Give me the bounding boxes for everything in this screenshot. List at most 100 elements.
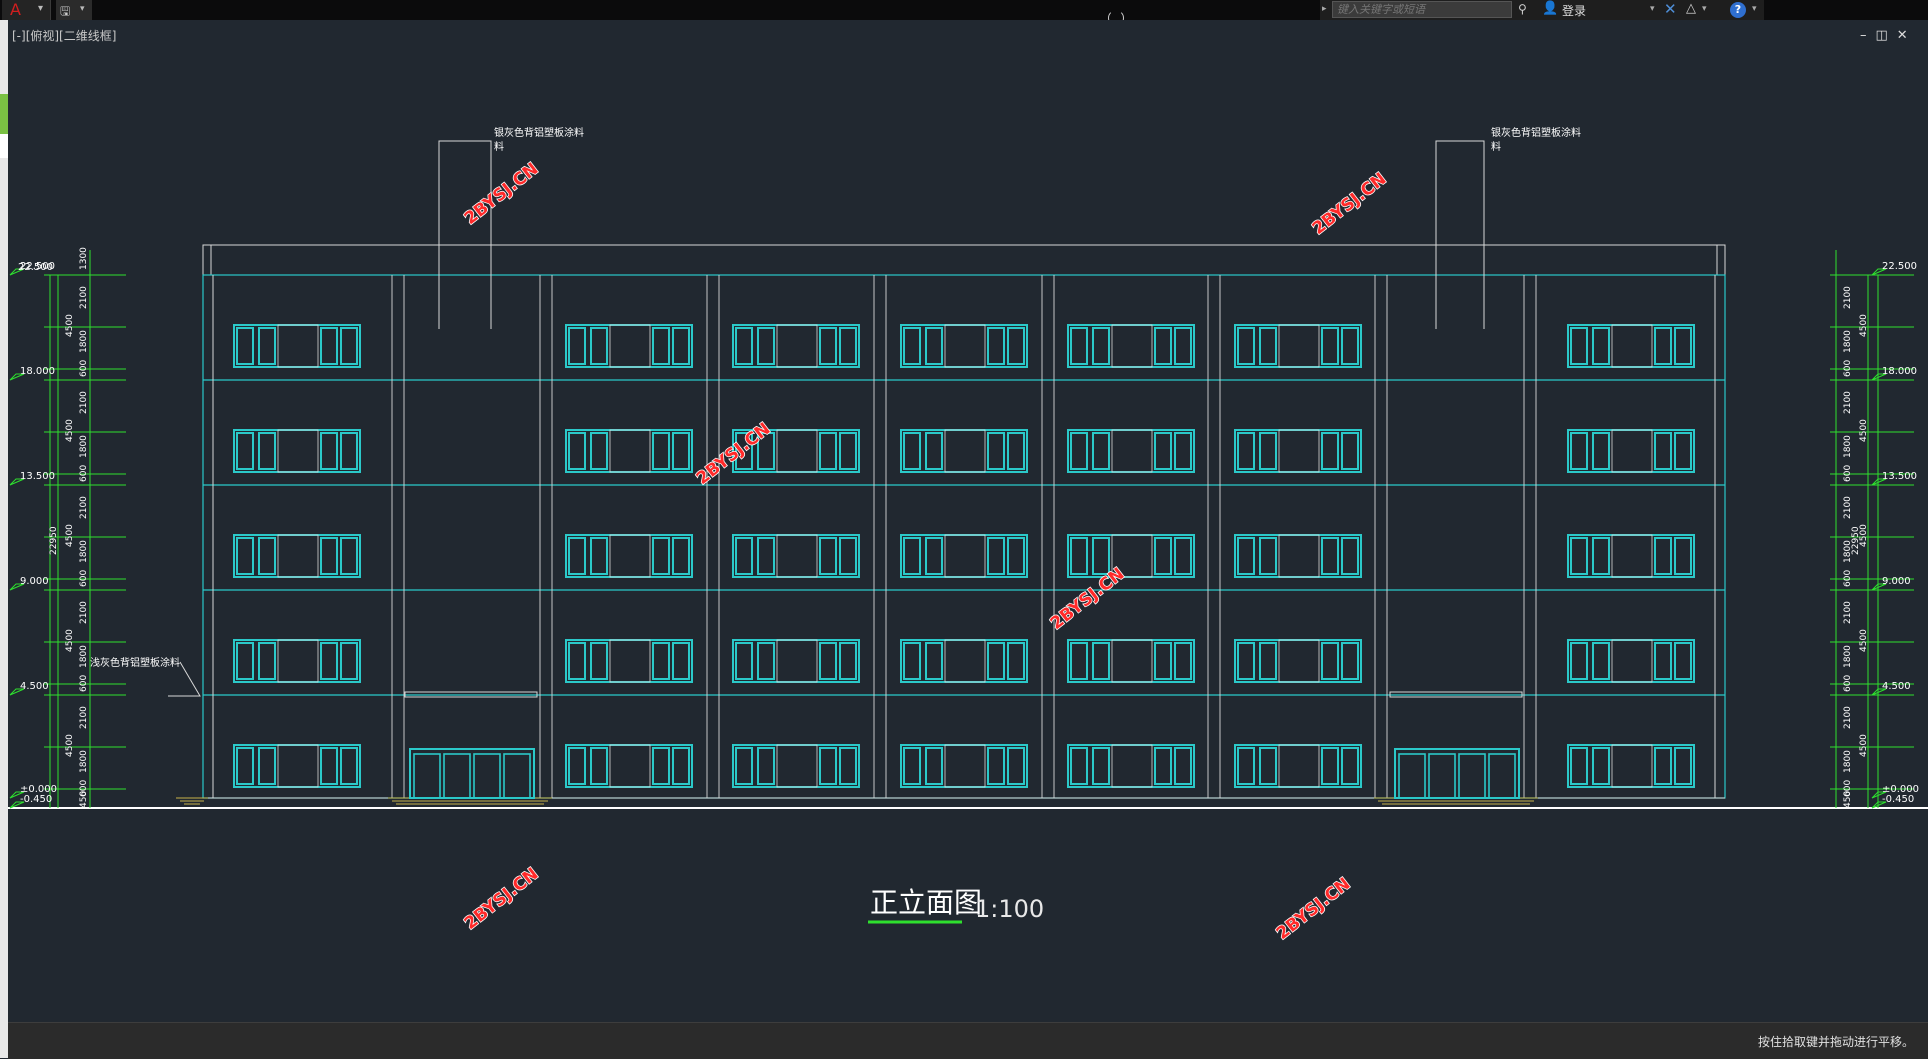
elevation-label: 4.500 <box>20 681 49 692</box>
roof-note-right: 银灰色背铝塑板涂料 <box>1491 126 1581 139</box>
window-sash <box>925 642 943 680</box>
roof-note-left-2: 料 <box>494 140 504 153</box>
window-sash <box>320 642 338 680</box>
window <box>233 429 361 473</box>
dim-text: 2100 <box>1843 706 1853 729</box>
window-sash <box>1174 432 1192 470</box>
facade-outline <box>202 274 1726 799</box>
elevation-label: 13.500 <box>1882 471 1917 482</box>
door-leaf <box>413 753 441 799</box>
window-glass <box>1278 534 1320 578</box>
dim-text: 2100 <box>79 496 89 519</box>
window-sash <box>903 432 921 470</box>
window-sash <box>1154 537 1172 575</box>
dim-text: 2100 <box>79 391 89 414</box>
elevation-label: 13.500 <box>20 471 55 482</box>
window-sash <box>987 642 1005 680</box>
window-sash <box>1341 432 1359 470</box>
dim-text: 600 <box>1843 675 1853 692</box>
window-sash <box>1570 327 1588 365</box>
drawing-scale: 1:100 <box>975 895 1044 923</box>
window <box>1067 429 1195 473</box>
window <box>565 639 693 683</box>
dim-text: 1300 <box>79 247 89 270</box>
window-glass <box>1611 324 1653 368</box>
entrance-door <box>409 748 535 799</box>
elevation-label: -0.450 <box>20 794 52 805</box>
window-sash <box>1674 432 1692 470</box>
window-sash <box>1259 537 1277 575</box>
window-sash <box>1007 327 1025 365</box>
window-sash <box>925 327 943 365</box>
window-sash <box>925 432 943 470</box>
window-sash <box>1674 537 1692 575</box>
window-sash <box>987 537 1005 575</box>
door-leaf <box>1488 753 1516 799</box>
window <box>1067 744 1195 788</box>
window-glass <box>609 744 651 788</box>
dim-text: 2100 <box>79 706 89 729</box>
building-outline <box>8 140 1928 809</box>
window-sash <box>819 432 837 470</box>
window-glass <box>277 534 319 578</box>
window-glass <box>1111 324 1153 368</box>
window-sash <box>819 537 837 575</box>
elevation-label: -0.450 <box>1882 794 1914 805</box>
window-sash <box>1654 747 1672 785</box>
parapet <box>202 244 1726 276</box>
dim-text: 2100 <box>1843 496 1853 519</box>
window-sash <box>258 537 276 575</box>
roof-leader <box>438 140 492 329</box>
window-sash <box>1259 642 1277 680</box>
dim-text: 1800 <box>79 645 89 668</box>
window <box>732 639 860 683</box>
door-leaf <box>1458 753 1486 799</box>
window-sash <box>236 642 254 680</box>
window-glass <box>944 429 986 473</box>
dim-text: 1800 <box>1843 645 1853 668</box>
window-sash <box>672 432 690 470</box>
entrance-door <box>1394 748 1520 799</box>
window-sash <box>1154 747 1172 785</box>
door-leaf <box>1428 753 1456 799</box>
window-sash <box>1070 327 1088 365</box>
window-sash <box>1592 642 1610 680</box>
window-sash <box>340 537 358 575</box>
window <box>1567 744 1695 788</box>
watermark: 2BYSJ.CN <box>1309 169 1391 239</box>
window-sash <box>1592 537 1610 575</box>
window-glass <box>609 639 651 683</box>
window-glass <box>1278 324 1320 368</box>
window-glass <box>944 324 986 368</box>
window-sash <box>1674 327 1692 365</box>
window-sash <box>1154 642 1172 680</box>
dim-text: 2100 <box>1843 601 1853 624</box>
dim-text: 4500 <box>65 524 75 547</box>
window-sash <box>987 432 1005 470</box>
watermark: 2BYSJ.CN <box>461 864 543 934</box>
drawing-title: 正立面图 <box>870 886 982 919</box>
window-sash <box>320 327 338 365</box>
status-message: 按住拾取键并拖动进行平移。 <box>1757 1035 1914 1049</box>
window <box>565 744 693 788</box>
window-sash <box>1237 747 1255 785</box>
window-sash <box>735 537 753 575</box>
window <box>900 744 1028 788</box>
window-sash <box>735 642 753 680</box>
window-glass <box>1611 429 1653 473</box>
dim-text: 4500 <box>1859 734 1869 757</box>
window-sash <box>1321 432 1339 470</box>
dim-text: 1800 <box>79 330 89 353</box>
window-sash <box>1092 432 1110 470</box>
dim-text: 2100 <box>79 601 89 624</box>
window-glass <box>1111 744 1153 788</box>
window-glass <box>609 429 651 473</box>
elevation-label: 18.000 <box>1882 366 1917 377</box>
window-sash <box>340 642 358 680</box>
window <box>1234 534 1362 578</box>
dim-text: 600 <box>79 465 89 482</box>
window-sash <box>258 432 276 470</box>
window-sash <box>1321 747 1339 785</box>
window-sash <box>258 747 276 785</box>
dim-text: 4500 <box>65 734 75 757</box>
